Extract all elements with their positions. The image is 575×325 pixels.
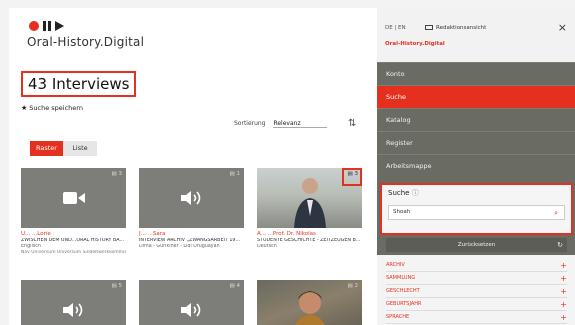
interview-thumbnail[interactable]: ▤ 2 bbox=[257, 280, 362, 325]
segment-count: ▤ 3 bbox=[111, 171, 122, 177]
nav-item-arbeitsmappe[interactable]: Arbeitsmappe bbox=[377, 154, 575, 177]
monitor-icon bbox=[425, 25, 433, 30]
interview-card[interactable]: ▤ 3 U... ...Lorie ZWISCHEN DEM UND...ORA… bbox=[21, 168, 126, 255]
segment-count: ▤ 1 bbox=[229, 171, 240, 177]
interviewee-photo bbox=[294, 291, 325, 325]
interview-name[interactable]: U... ...Lorie bbox=[21, 231, 126, 237]
audio-icon bbox=[180, 191, 200, 205]
star-icon: ★ bbox=[21, 104, 28, 112]
plus-icon: + bbox=[560, 274, 567, 283]
facet-sammlung[interactable]: SAMMLUNG + bbox=[386, 272, 567, 285]
search-input[interactable]: Shoah ⌕ bbox=[388, 205, 565, 220]
interview-collection: STUDENTE GESCHICHTE - ZEITZEUGEN B... bbox=[257, 238, 361, 243]
save-search-link[interactable]: ★ Suche speichern bbox=[21, 104, 83, 112]
close-icon[interactable]: × bbox=[558, 21, 567, 34]
highlight-box bbox=[342, 168, 362, 186]
sort-label: Sortierung bbox=[234, 120, 266, 127]
interview-collection: ZWISCHEN DEM UND...ORAL HISTORY BA... bbox=[21, 238, 125, 243]
sidebar-header: DE | EN Redaktionsansicht × Oral-History… bbox=[377, 8, 575, 62]
segment-count: ▤ 2 bbox=[347, 283, 358, 289]
view-raster-button[interactable]: Raster bbox=[30, 141, 63, 156]
interview-thumbnail[interactable]: ▤ 4 bbox=[139, 280, 244, 325]
facet-geschlecht[interactable]: GESCHLECHT + bbox=[386, 285, 567, 298]
interview-thumbnail[interactable]: ▤ 3 bbox=[21, 168, 126, 228]
interview-card[interactable]: ▤ 3 A... ...Prof. Dr. Nikolas STUDENTE G… bbox=[257, 168, 362, 249]
view-liste-button[interactable]: Liste bbox=[63, 141, 97, 156]
plus-icon: + bbox=[560, 300, 567, 309]
reset-icon: ↻ bbox=[557, 241, 563, 249]
logo-text[interactable]: Oral-History.Digital bbox=[27, 35, 144, 49]
language-switch[interactable]: DE | EN bbox=[385, 25, 406, 31]
main-panel: Oral-History.Digital 43 Interviews ★ Such… bbox=[9, 8, 377, 325]
search-label: Suche ⓘ bbox=[388, 189, 419, 197]
interview-name[interactable]: J... ...Sara bbox=[139, 231, 244, 237]
plus-icon: + bbox=[560, 261, 567, 270]
facet-list: ARCHIV + SAMMLUNG + GESCHLECHT + GEBURTSJAH… bbox=[377, 255, 575, 325]
interview-archive: Nav Universum Universum Sindeltwerkkommi… bbox=[21, 250, 126, 255]
sidebar: DE | EN Redaktionsansicht × Oral-History… bbox=[377, 8, 575, 325]
interview-card[interactable]: ▤ 4 bbox=[139, 280, 244, 325]
search-panel: Suche ⓘ Shoah ⌕ bbox=[380, 183, 573, 235]
results-count-title: 43 Interviews bbox=[21, 71, 137, 97]
interview-language: Englisch bbox=[21, 244, 41, 249]
help-icon: ⓘ bbox=[411, 189, 419, 197]
nav-item-katalog[interactable]: Katalog bbox=[377, 108, 575, 131]
sidebar-brand[interactable]: Oral-History.Digital bbox=[385, 41, 445, 47]
plus-icon: + bbox=[560, 313, 567, 322]
facet-sprache[interactable]: SPRACHE + bbox=[386, 311, 567, 324]
redaktion-view-toggle[interactable]: Redaktionsansicht bbox=[425, 25, 486, 31]
sort-order-icon[interactable]: ⇅ bbox=[348, 118, 356, 129]
reset-button[interactable]: Zurücksetzen ↻ bbox=[386, 238, 567, 252]
interview-thumbnail[interactable]: ▤ 1 bbox=[139, 168, 244, 228]
app-frame: Oral-History.Digital 43 Interviews ★ Such… bbox=[0, 0, 575, 325]
interview-name[interactable]: A... ...Prof. Dr. Nikolas bbox=[257, 231, 362, 237]
interviewee-photo bbox=[293, 178, 326, 228]
facet-geburtsjahr[interactable]: GEBURTSJAHR + bbox=[386, 298, 567, 311]
video-icon bbox=[62, 192, 85, 204]
interview-language: Deutsch bbox=[257, 244, 277, 249]
interview-language: Dima - Gürlkiner - Lidl Uruguayan bbox=[139, 244, 220, 249]
nav-item-suche[interactable]: Suche bbox=[377, 85, 575, 108]
audio-icon bbox=[180, 303, 200, 317]
interview-thumbnail[interactable]: ▤ 3 bbox=[257, 168, 362, 228]
segment-count: ▤ 5 bbox=[111, 283, 122, 289]
sort-control[interactable]: Sortierung Relevanz bbox=[234, 120, 328, 128]
interview-card[interactable]: ▤ 2 bbox=[257, 280, 362, 325]
interview-card[interactable]: ▤ 1 J... ...Sara INTERVIEW ARCHIV „ZWANG… bbox=[139, 168, 244, 249]
search-icon[interactable]: ⌕ bbox=[554, 207, 558, 220]
interview-thumbnail[interactable]: ▤ 5 bbox=[21, 280, 126, 325]
nav-item-konto[interactable]: Konto bbox=[377, 62, 575, 85]
segment-count: ▤ 4 bbox=[229, 283, 240, 289]
logo-icon[interactable] bbox=[28, 19, 88, 33]
plus-icon: + bbox=[560, 287, 567, 296]
interview-card[interactable]: ▤ 5 bbox=[21, 280, 126, 325]
interview-collection: INTERVIEW ARCHIV „ZWANGSARBEIT 19... bbox=[139, 238, 241, 243]
nav-item-register[interactable]: Register bbox=[377, 131, 575, 154]
audio-icon bbox=[62, 303, 82, 317]
sort-select[interactable]: Relevanz bbox=[273, 120, 328, 128]
facet-archiv[interactable]: ARCHIV + bbox=[386, 259, 567, 272]
